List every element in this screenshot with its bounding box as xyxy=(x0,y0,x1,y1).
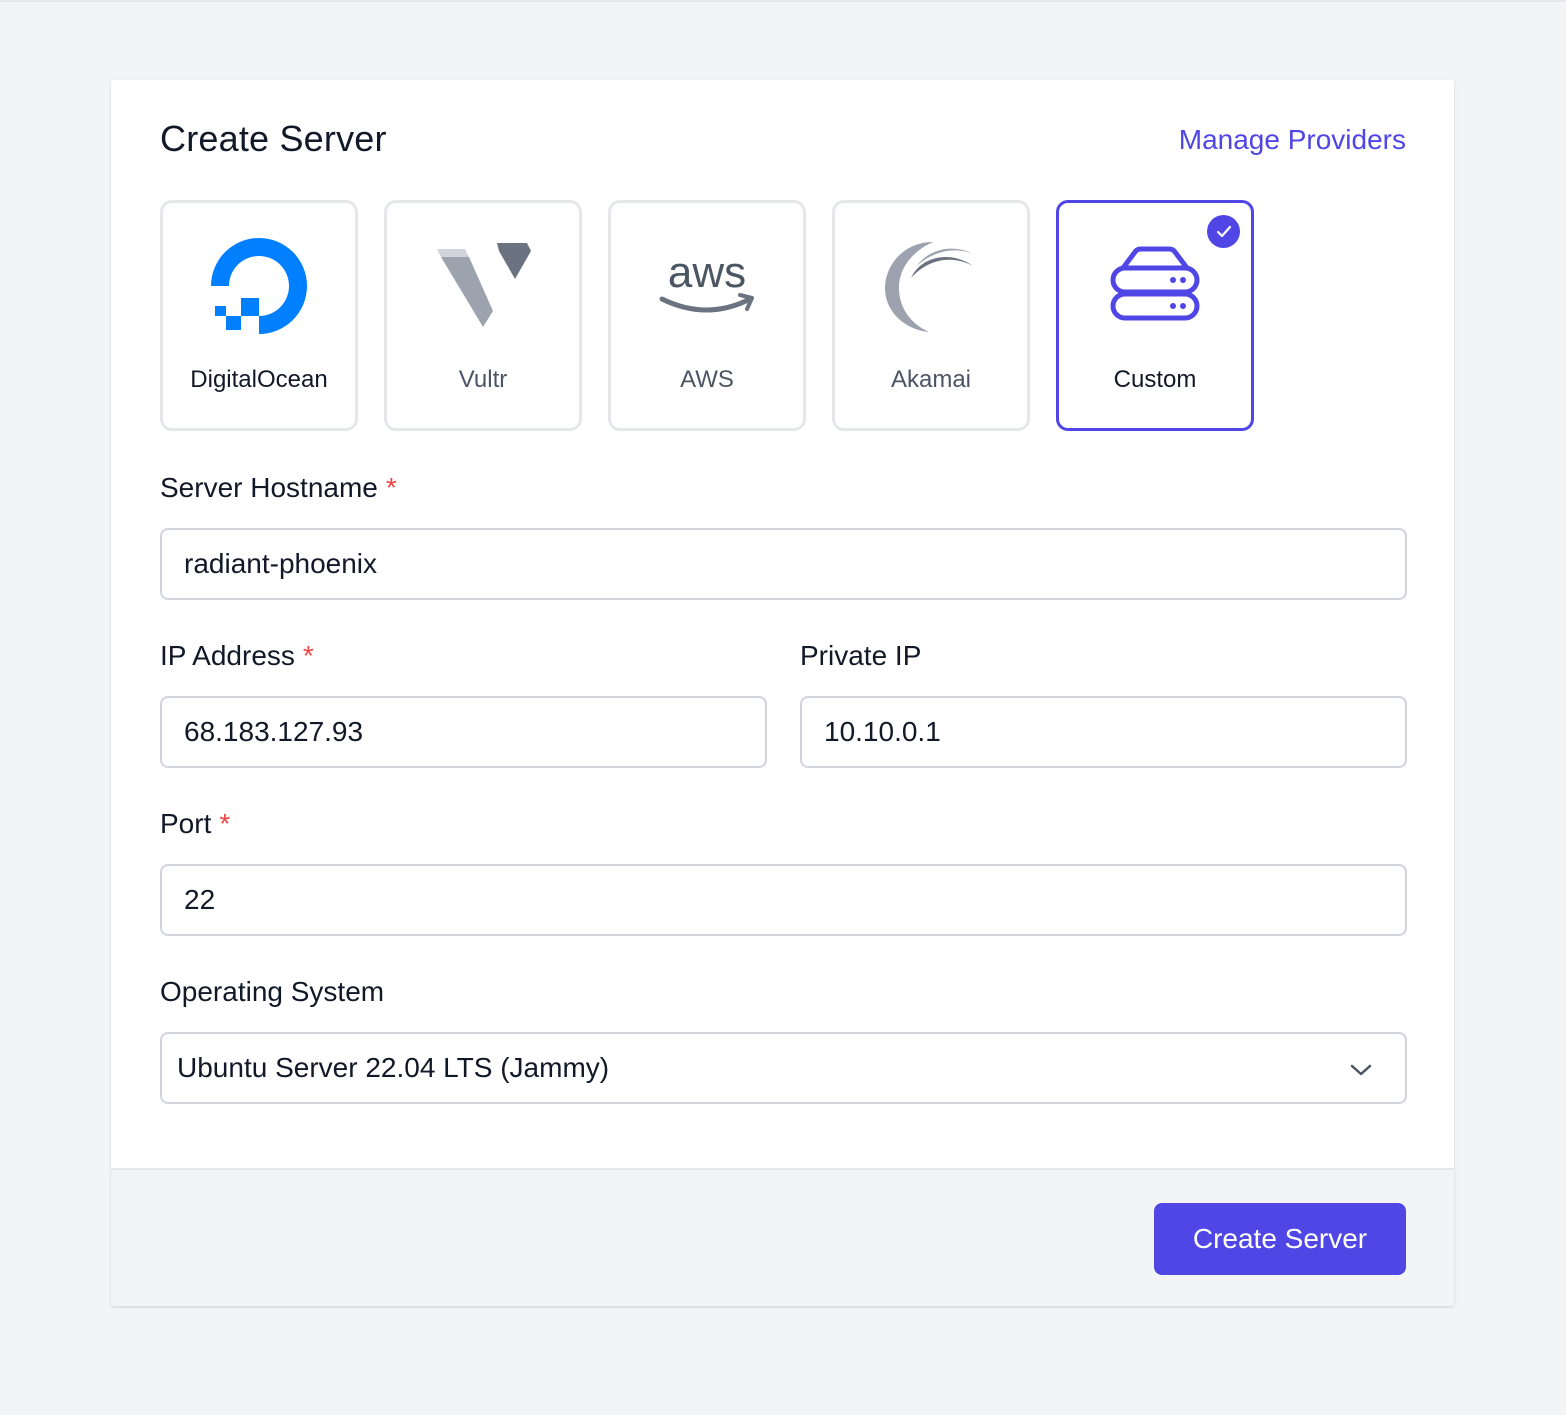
hostname-value: radiant-phoenix xyxy=(184,548,378,579)
private-ip-value: 10.10.0.1 xyxy=(824,716,941,747)
provider-card-custom[interactable]: Custom xyxy=(1056,200,1254,431)
digitalocean-logo-icon xyxy=(163,231,355,341)
top-divider xyxy=(0,0,1566,2)
hostname-label-text: Server Hostname xyxy=(160,472,378,503)
provider-card-aws[interactable]: aws AWS xyxy=(608,200,806,431)
ip-address-label-text: IP Address xyxy=(160,640,295,671)
aws-logo-text: aws xyxy=(668,248,746,297)
manage-providers-link[interactable]: Manage Providers xyxy=(1179,124,1406,156)
ip-address-input[interactable]: 68.183.127.93 xyxy=(160,696,767,768)
required-asterisk: * xyxy=(385,472,397,503)
required-asterisk: * xyxy=(219,808,231,839)
provider-label: Vultr xyxy=(458,366,508,393)
required-asterisk: * xyxy=(302,640,314,671)
provider-card-digitalocean[interactable]: DigitalOcean xyxy=(160,200,358,431)
private-ip-label: Private IP xyxy=(800,640,921,672)
card-footer: Create Server xyxy=(111,1168,1454,1306)
akamai-logo-icon xyxy=(835,231,1027,341)
vultr-logo-icon xyxy=(387,231,579,341)
provider-label: DigitalOcean xyxy=(190,366,328,393)
aws-logo-icon: aws xyxy=(611,231,803,341)
provider-selector: DigitalOcean Vultr aws AWS Akamai Custom xyxy=(160,200,1254,431)
hostname-label: Server Hostname * xyxy=(160,472,397,504)
provider-card-vultr[interactable]: Vultr xyxy=(384,200,582,431)
server-stack-icon xyxy=(1059,231,1251,341)
provider-card-akamai[interactable]: Akamai xyxy=(832,200,1030,431)
os-select[interactable]: Ubuntu Server 22.04 LTS (Jammy) xyxy=(160,1032,1407,1104)
chevron-down-icon xyxy=(1350,1052,1372,1084)
os-label-text: Operating System xyxy=(160,976,385,1007)
page-title: Create Server xyxy=(160,118,387,159)
private-ip-label-text: Private IP xyxy=(800,640,922,671)
provider-label: AWS xyxy=(680,366,734,393)
ip-address-value: 68.183.127.93 xyxy=(184,716,364,747)
port-label: Port * xyxy=(160,808,230,840)
create-server-button[interactable]: Create Server xyxy=(1154,1203,1406,1275)
port-label-text: Port xyxy=(160,808,212,839)
port-value: 22 xyxy=(184,884,216,915)
port-input[interactable]: 22 xyxy=(160,864,1407,936)
provider-label: Akamai xyxy=(890,366,972,393)
hostname-input[interactable]: radiant-phoenix xyxy=(160,528,1407,600)
provider-label: Custom xyxy=(1113,366,1197,393)
private-ip-input[interactable]: 10.10.0.1 xyxy=(800,696,1407,768)
card-body: Create Server Manage Providers DigitalOc… xyxy=(111,80,1454,1168)
create-server-card: Create Server Manage Providers DigitalOc… xyxy=(111,80,1454,1306)
ip-address-label: IP Address * xyxy=(160,640,314,672)
os-label: Operating System xyxy=(160,976,384,1008)
os-selected-value: Ubuntu Server 22.04 LTS (Jammy) xyxy=(177,1052,610,1083)
